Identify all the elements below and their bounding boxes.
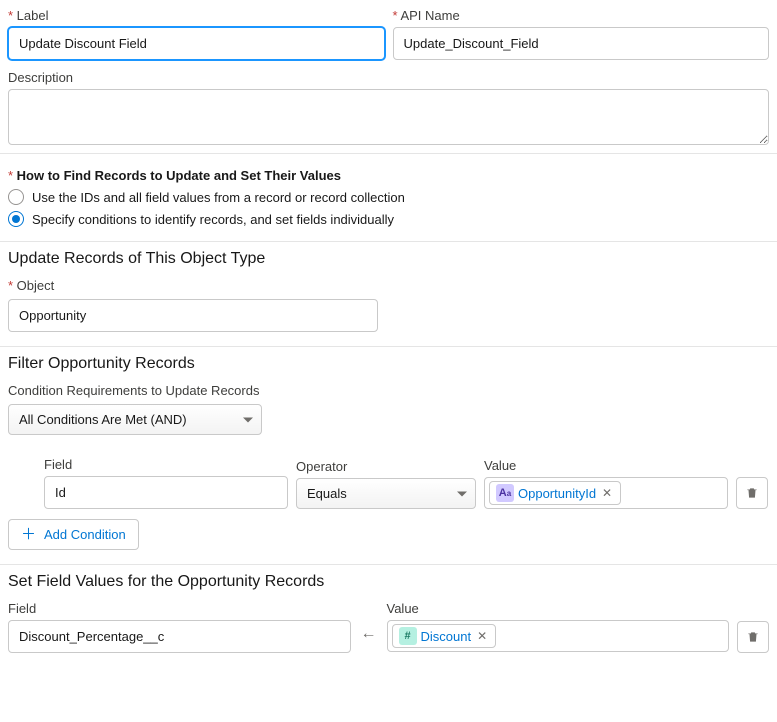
delete-condition-button[interactable] bbox=[736, 477, 768, 509]
setfields-value-pill-text: Discount bbox=[421, 629, 472, 644]
trash-icon bbox=[746, 630, 760, 644]
radio-icon bbox=[8, 189, 24, 205]
cond-operator-label: Operator bbox=[296, 459, 476, 474]
description-field-group: Description bbox=[8, 70, 769, 145]
radio-icon bbox=[8, 211, 24, 227]
object-input[interactable] bbox=[8, 299, 378, 332]
cond-value-label: Value bbox=[484, 458, 728, 473]
find-records-heading: How to Find Records to Update and Set Th… bbox=[17, 168, 341, 183]
number-type-icon: # bbox=[399, 627, 417, 645]
trash-icon bbox=[745, 486, 759, 500]
condition-req-value: All Conditions Are Met (AND) bbox=[19, 412, 187, 427]
label-input[interactable] bbox=[8, 27, 385, 60]
cond-value-pill[interactable]: Aa OpportunityId ✕ bbox=[489, 481, 621, 505]
plus-icon: ＋ bbox=[21, 527, 36, 542]
text-type-icon: Aa bbox=[496, 484, 514, 502]
cond-field-input[interactable] bbox=[44, 476, 288, 509]
label-field-label: Label bbox=[8, 8, 385, 23]
object-label: Object bbox=[8, 278, 769, 293]
setfields-value-label: Value bbox=[387, 601, 730, 616]
apiname-field-label: API Name bbox=[393, 8, 770, 23]
close-icon[interactable]: ✕ bbox=[475, 629, 489, 643]
cond-field-label: Field bbox=[44, 457, 288, 472]
description-input[interactable] bbox=[8, 89, 769, 145]
filter-section-heading: Filter Opportunity Records bbox=[8, 355, 769, 373]
condition-req-select[interactable]: All Conditions Are Met (AND) bbox=[8, 404, 262, 435]
radio-option2-label: Specify conditions to identify records, … bbox=[32, 212, 394, 227]
setfields-value-input[interactable]: # Discount ✕ bbox=[387, 620, 730, 652]
close-icon[interactable]: ✕ bbox=[600, 486, 614, 500]
cond-value-pill-text: OpportunityId bbox=[518, 486, 596, 501]
add-condition-label: Add Condition bbox=[44, 527, 126, 542]
label-field-group: Label bbox=[8, 8, 385, 60]
radio-option1-label: Use the IDs and all field values from a … bbox=[32, 190, 405, 205]
chevron-down-icon bbox=[457, 491, 467, 496]
chevron-down-icon bbox=[243, 417, 253, 422]
condition-req-label: Condition Requirements to Update Records bbox=[8, 383, 769, 398]
radio-option-specify[interactable]: Specify conditions to identify records, … bbox=[8, 211, 769, 227]
add-condition-button[interactable]: ＋ Add Condition bbox=[8, 519, 139, 550]
radio-option-use-ids[interactable]: Use the IDs and all field values from a … bbox=[8, 189, 769, 205]
apiname-field-group: API Name bbox=[393, 8, 770, 60]
object-section-heading: Update Records of This Object Type bbox=[8, 250, 769, 268]
setfields-section-heading: Set Field Values for the Opportunity Rec… bbox=[8, 573, 769, 591]
description-field-label: Description bbox=[8, 70, 769, 85]
cond-operator-select[interactable]: Equals bbox=[296, 478, 476, 509]
apiname-input[interactable] bbox=[393, 27, 770, 60]
setfields-field-label: Field bbox=[8, 601, 351, 616]
setfields-value-pill[interactable]: # Discount ✕ bbox=[392, 624, 497, 648]
delete-assignment-button[interactable] bbox=[737, 621, 769, 653]
setfields-field-input[interactable] bbox=[8, 620, 351, 653]
cond-value-input[interactable]: Aa OpportunityId ✕ bbox=[484, 477, 728, 509]
arrow-left-icon: ← bbox=[359, 625, 379, 643]
cond-operator-value: Equals bbox=[307, 486, 347, 501]
find-records-heading-row: * How to Find Records to Update and Set … bbox=[8, 168, 769, 183]
